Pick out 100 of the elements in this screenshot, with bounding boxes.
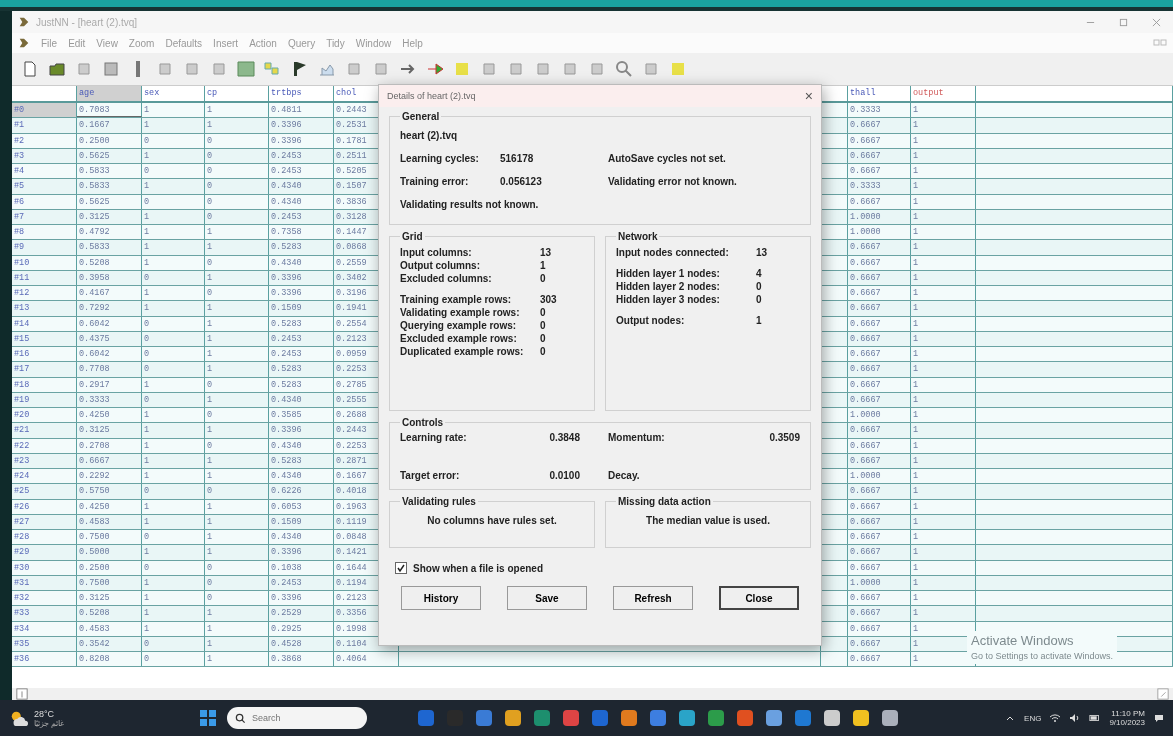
row-label[interactable]: #12 [12,286,77,301]
checkbox-label[interactable]: Show when a file is opened [413,562,544,574]
weather-text[interactable]: غائم جزئيًا [34,718,65,728]
row-label[interactable]: #8 [12,225,77,240]
app-icon[interactable] [764,708,784,728]
status-text: The median value is used. [645,514,771,526]
app-icon[interactable] [735,708,755,728]
row-label[interactable]: #9 [12,240,77,255]
start-icon[interactable] [198,708,218,728]
notification-icon[interactable] [1153,713,1165,723]
table-cell: 0.4340 [269,194,334,209]
row-label[interactable]: #7 [12,209,77,224]
magnifier-icon[interactable] [614,59,634,79]
menu-item[interactable]: File [41,37,58,49]
row-label[interactable]: #18 [12,377,77,392]
table-cell: 0.6042 [77,316,142,331]
row-label[interactable]: #3 [12,148,77,163]
close-button[interactable]: × [804,88,813,104]
menu-item[interactable]: Tidy [326,37,345,49]
search-field[interactable]: Search [227,707,367,729]
resize-grip-icon[interactable] [1157,688,1169,700]
row-label[interactable]: #31 [12,575,77,590]
row-label[interactable]: #25 [12,484,77,499]
menu-item[interactable]: Edit [68,37,86,49]
checkbox[interactable] [395,562,407,574]
table-cell: 0.4583 [77,514,142,529]
search-input[interactable]: Search [250,712,354,724]
dialog-button[interactable]: History [401,586,481,610]
dialog-button[interactable]: Refresh [613,586,693,610]
close-icon[interactable] [1152,17,1161,27]
app-icon[interactable] [822,708,842,728]
menu-item[interactable]: Query [287,37,316,49]
row-label[interactable]: #6 [12,194,77,209]
menu-item[interactable]: Help [402,37,423,49]
row-label[interactable]: #36 [12,652,77,667]
row-label[interactable]: #28 [12,530,77,545]
menu-item[interactable]: Zoom [128,37,155,49]
column-header[interactable]: sex [142,86,205,101]
menu-item[interactable]: Insert [213,37,239,49]
menu-item[interactable]: Action [249,37,277,49]
table-cell: 0.3333 [848,103,911,118]
app-icon[interactable] [851,708,871,728]
clock-time[interactable]: 11:10 PM [1111,709,1145,718]
app-icon[interactable] [880,708,900,728]
clock-date[interactable]: 9/10/2023 [1109,718,1145,727]
row-label[interactable]: #17 [12,362,77,377]
document-icon[interactable] [18,37,30,49]
row-label[interactable]: #2 [12,133,77,148]
row-label[interactable]: #16 [12,347,77,362]
field-label: Input nodes connected: [616,246,730,259]
dialog-button[interactable]: Save [507,586,587,610]
wifi-icon[interactable] [1049,713,1062,723]
table-cell: 0.6667 [848,194,911,209]
menu-item[interactable]: Window [355,37,392,49]
row-label[interactable]: #29 [12,545,77,560]
table-cell: 1 [911,545,976,560]
app-icon[interactable] [706,708,726,728]
table-cell: 0.5833 [77,240,142,255]
column-header[interactable]: trtbps [269,86,334,101]
sheet-tab-icon[interactable] [16,688,28,700]
row-label[interactable]: #11 [12,270,77,285]
row-label[interactable]: #27 [12,514,77,529]
row-label[interactable]: #10 [12,255,77,270]
row-label[interactable]: #33 [12,606,77,621]
row-label[interactable]: #30 [12,560,77,575]
app-icon[interactable] [503,708,523,728]
row-label[interactable]: #21 [12,423,77,438]
row-label[interactable]: #0 [12,103,77,118]
maximize-icon[interactable] [1119,17,1128,27]
group-title: General [401,111,441,122]
row-label[interactable]: #35 [12,636,77,651]
row-label[interactable]: #4 [12,164,77,179]
app-icon[interactable] [677,708,697,728]
row-label[interactable]: #26 [12,499,77,514]
row-label[interactable]: #20 [12,408,77,423]
column-header[interactable]: age [77,86,142,101]
row-label[interactable]: #1 [12,118,77,133]
row-label[interactable]: #32 [12,591,77,606]
row-label[interactable]: #23 [12,453,77,468]
row-label[interactable]: #24 [12,469,77,484]
table-cell: 0.5750 [77,484,142,499]
row-label[interactable]: #34 [12,621,77,636]
row-label[interactable]: #15 [12,331,77,346]
row-label[interactable]: #14 [12,316,77,331]
menu-item[interactable]: Defaults [165,37,203,49]
column-header[interactable]: thall [848,86,911,101]
menu-item[interactable]: View [96,37,118,49]
row-label[interactable]: #13 [12,301,77,316]
language-indicator[interactable]: ENG [1024,713,1042,723]
battery-icon[interactable] [1089,713,1102,723]
row-label[interactable]: #22 [12,438,77,453]
row-label[interactable]: #19 [12,392,77,407]
column-header[interactable]: cp [205,86,269,101]
row-label[interactable]: #5 [12,179,77,194]
dialog-button[interactable]: Close [719,586,799,610]
grid-icon[interactable] [236,59,256,79]
app-icon[interactable] [648,708,668,728]
app-icon[interactable] [619,708,639,728]
column-header[interactable]: output [911,86,976,101]
temperature[interactable]: 28°C [34,708,65,719]
